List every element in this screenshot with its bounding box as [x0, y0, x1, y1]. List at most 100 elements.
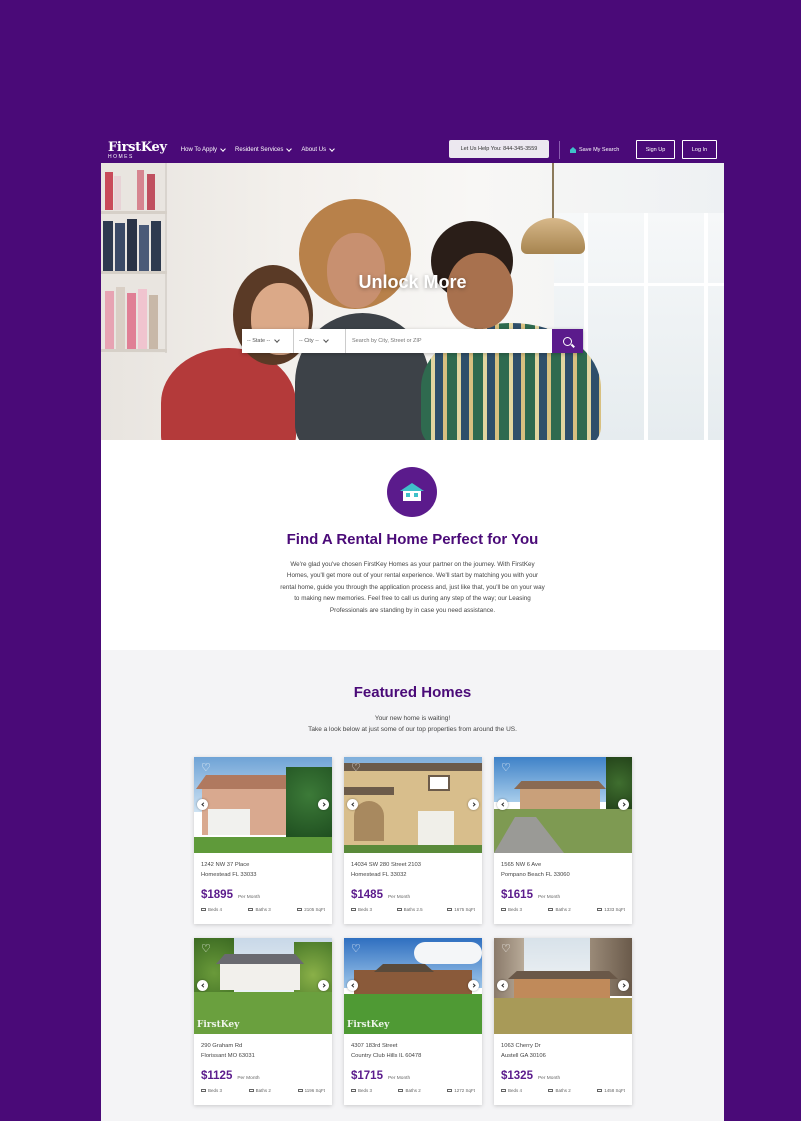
listing-photo[interactable]: FirstKey ♡ — [194, 938, 332, 1034]
listing-city: Austell GA 30106 — [501, 1052, 546, 1059]
bath-icon — [548, 907, 554, 912]
chevron-down-icon — [274, 337, 281, 343]
listing-photo[interactable]: ♡ — [344, 757, 482, 853]
listing-photo[interactable]: ♡ — [494, 938, 632, 1034]
listing-city: Florissant MO 63031 — [201, 1052, 255, 1059]
logo-text: FirstKey — [108, 139, 167, 155]
listing-price: $1325 — [501, 1070, 533, 1082]
bookshelf-image — [101, 163, 167, 353]
heart-icon[interactable]: ♡ — [201, 944, 211, 955]
bed-icon — [351, 1088, 356, 1093]
listing-sqft: 1333 SqFt — [604, 907, 625, 912]
chevron-down-icon — [323, 337, 329, 343]
next-photo-arrow[interactable] — [618, 799, 629, 810]
house-icon — [570, 147, 576, 153]
listing-photo[interactable]: FirstKey ♡ — [344, 938, 482, 1034]
nav-about-us[interactable]: About Us — [301, 146, 335, 153]
chevron-down-icon — [286, 146, 293, 152]
listing-price: $1615 — [501, 889, 533, 901]
listing-beds: Beds 3 — [358, 907, 373, 912]
listing-card[interactable]: ♡ 1063 Cherry Dr Austell GA 30106 $1325 P… — [494, 938, 632, 1105]
listing-card[interactable]: ♡ 1242 NW 37 Place Homestead FL 33033 $1… — [194, 757, 332, 924]
hero-title: Unlock More — [358, 272, 467, 292]
next-photo-arrow[interactable] — [618, 980, 629, 991]
search-icon — [563, 336, 572, 346]
listing-address: 1242 NW 37 Place Homestead FL 33033 — [194, 853, 332, 886]
heart-icon[interactable]: ♡ — [351, 944, 361, 955]
intro-body: We're glad you've chosen FirstKey Homes … — [280, 561, 545, 614]
listing-street: 1242 NW 37 Place — [201, 862, 250, 868]
city-select[interactable]: -- City -- — [294, 329, 346, 353]
search-button[interactable] — [552, 329, 583, 353]
firstkey-watermark: FirstKey — [347, 1020, 390, 1030]
listing-street: 14034 SW 280 Street 2103 — [351, 862, 421, 868]
listing-meta: Beds 4 Baths 3 2105 SqFt — [194, 903, 332, 912]
listing-beds: Beds 4 — [208, 907, 223, 912]
prev-photo-arrow[interactable] — [197, 799, 208, 810]
sqft-icon — [597, 907, 603, 912]
next-photo-arrow[interactable] — [318, 980, 329, 991]
listing-city: Homestead FL 33032 — [351, 871, 407, 878]
listing-card[interactable]: FirstKey ♡ 4307 183rd Street Country Clu… — [344, 938, 482, 1105]
per-month-label: Per Month — [387, 1076, 411, 1081]
heart-icon[interactable]: ♡ — [501, 944, 511, 955]
listing-photo[interactable]: ♡ — [494, 757, 632, 853]
listing-card[interactable]: ♡ 14034 SW 280 Street 2103 Homestead FL … — [344, 757, 482, 924]
sqft-icon — [447, 907, 453, 912]
log-in-button[interactable]: Log In — [682, 140, 717, 159]
next-photo-arrow[interactable] — [318, 799, 329, 810]
person-center-face — [327, 233, 385, 308]
top-nav-bar: FirstKey HOMES How To Apply Resident Ser… — [101, 137, 724, 163]
state-select[interactable]: -- State -- — [242, 329, 294, 353]
listing-baths: Baths 2.5 — [403, 907, 423, 912]
listing-meta: Beds 3 Baths 2 1196 SqFt — [194, 1084, 332, 1093]
listing-sqft: 1196 SqFt — [304, 1088, 325, 1093]
per-month-label: Per Month — [537, 1076, 561, 1081]
bath-icon — [398, 1088, 404, 1093]
listing-beds: Beds 3 — [208, 1088, 223, 1093]
page-frame: FirstKey HOMES How To Apply Resident Ser… — [101, 137, 724, 1121]
logo-subtext: HOMES — [108, 153, 134, 160]
sign-up-button[interactable]: Sign Up — [636, 140, 675, 159]
search-input[interactable] — [346, 329, 552, 353]
listing-meta: Beds 3 Baths 2 1333 SqFt — [494, 903, 632, 912]
sqft-icon — [597, 1088, 603, 1093]
prev-photo-arrow[interactable] — [497, 799, 508, 810]
next-photo-arrow[interactable] — [468, 799, 479, 810]
save-search-link[interactable]: Save My Search — [570, 143, 619, 157]
heart-icon[interactable]: ♡ — [201, 763, 211, 774]
prev-photo-arrow[interactable] — [197, 980, 208, 991]
intro-title: Find A Rental Home Perfect for You — [286, 531, 539, 548]
chevron-down-icon — [220, 146, 226, 152]
next-photo-arrow[interactable] — [468, 980, 479, 991]
prev-photo-arrow[interactable] — [347, 980, 358, 991]
bed-icon — [501, 907, 506, 912]
help-phone-button[interactable]: Let Us Help You: 844-345-3559 — [449, 140, 549, 158]
heart-icon[interactable]: ♡ — [351, 763, 361, 774]
bath-icon — [548, 1088, 554, 1093]
listing-street: 290 Graham Rd — [201, 1043, 243, 1049]
nav-how-to-apply[interactable]: How To Apply — [181, 146, 226, 153]
bed-icon — [201, 1088, 206, 1093]
listing-card[interactable]: FirstKey ♡ 290 Graham Rd Florissant MO 6… — [194, 938, 332, 1105]
listing-photo[interactable]: ♡ — [194, 757, 332, 853]
listing-address: 1565 NW 6 Ave Pompano Beach FL 33060 — [494, 853, 632, 886]
nav-resident-services[interactable]: Resident Services — [235, 146, 293, 153]
prev-photo-arrow[interactable] — [497, 980, 508, 991]
listing-beds: Beds 4 — [508, 1088, 523, 1093]
listing-card[interactable]: ♡ 1565 NW 6 Ave Pompano Beach FL 33060 $… — [494, 757, 632, 924]
listing-sqft: 1272 SqFt — [454, 1088, 475, 1093]
bed-icon — [501, 1088, 506, 1093]
heart-icon[interactable]: ♡ — [501, 763, 511, 774]
bath-icon — [248, 1088, 254, 1093]
listing-baths: Baths 3 — [255, 907, 271, 912]
firstkey-logo[interactable]: FirstKey HOMES — [108, 141, 167, 160]
listing-meta: Beds 4 Baths 2 1458 SqFt — [494, 1084, 632, 1093]
per-month-label: Per Month — [237, 895, 261, 900]
listing-street: 1063 Cherry Dr — [501, 1043, 541, 1049]
state-select-value: -- State -- — [247, 338, 271, 344]
sqft-icon — [297, 1088, 303, 1093]
featured-subtitle-line-2: Take a look below at just some of our to… — [308, 725, 517, 733]
listing-baths: Baths 2 — [555, 1088, 571, 1093]
prev-photo-arrow[interactable] — [347, 799, 358, 810]
